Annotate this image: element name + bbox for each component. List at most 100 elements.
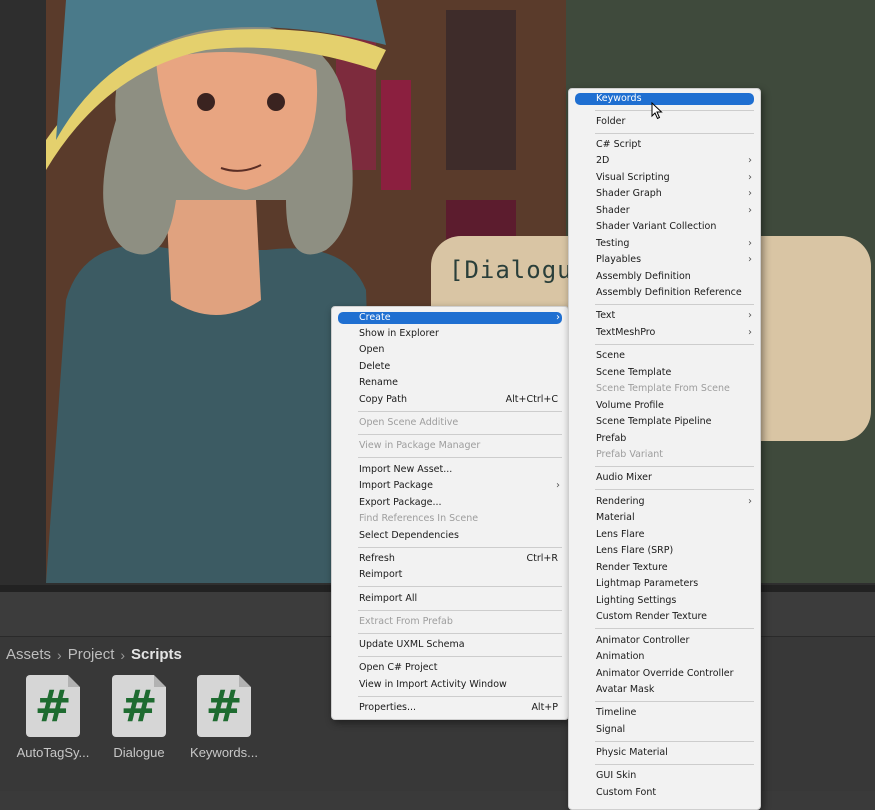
menu-item-textmeshpro[interactable]: TextMeshPro › xyxy=(575,327,754,339)
csharp-script-icon: # xyxy=(26,675,80,737)
menu-item-import-new-asset[interactable]: Import New Asset... xyxy=(338,464,562,476)
menu-item-avatar-mask[interactable]: Avatar Mask xyxy=(575,684,754,696)
menu-item-shader-variant-collection[interactable]: Shader Variant Collection xyxy=(575,221,754,233)
menu-item-csharp-script[interactable]: C# Script xyxy=(575,139,754,151)
menu-item-playables[interactable]: Playables › xyxy=(575,254,754,266)
menu-separator xyxy=(358,610,562,611)
menu-item-scene-template-pipeline[interactable]: Scene Template Pipeline xyxy=(575,416,754,428)
asset-item[interactable]: # AutoTagSy... xyxy=(8,675,98,760)
menu-item-render-texture[interactable]: Render Texture xyxy=(575,562,754,574)
menu-item-update-uxml-schema[interactable]: Update UXML Schema xyxy=(338,639,562,651)
menu-item-signal[interactable]: Signal xyxy=(575,724,754,736)
menu-separator xyxy=(595,110,754,111)
menu-item-gui-skin[interactable]: GUI Skin xyxy=(575,770,754,782)
menu-separator xyxy=(595,133,754,134)
menu-item-create[interactable]: Create › xyxy=(338,312,562,324)
shortcut-label: Alt+P xyxy=(531,702,558,713)
menu-separator xyxy=(595,628,754,629)
menu-separator xyxy=(358,656,562,657)
chevron-right-icon: › xyxy=(556,480,560,491)
breadcrumb-project[interactable]: Project xyxy=(68,646,115,663)
shortcut-label: Alt+Ctrl+C xyxy=(505,394,558,405)
asset-item[interactable]: # Dialogue xyxy=(94,675,184,760)
menu-item-animator-controller[interactable]: Animator Controller xyxy=(575,635,754,647)
breadcrumb: Assets › Project › Scripts xyxy=(6,646,182,663)
menu-item-prefab-variant: Prefab Variant xyxy=(596,449,664,460)
menu-item-refresh[interactable]: Refresh Ctrl+R xyxy=(338,553,562,565)
scene-left-strip xyxy=(0,0,46,585)
menu-item-folder[interactable]: Folder xyxy=(575,116,754,128)
asset-label: Keywords... xyxy=(190,745,258,760)
chevron-right-icon: › xyxy=(748,254,752,265)
menu-item-show-in-explorer[interactable]: Show in Explorer xyxy=(338,328,562,340)
menu-item-open[interactable]: Open xyxy=(338,344,562,356)
asset-label: AutoTagSy... xyxy=(16,745,90,760)
chevron-right-icon: › xyxy=(748,310,752,321)
menu-item-open-csharp-project[interactable]: Open C# Project xyxy=(338,662,562,674)
asset-label: Dialogue xyxy=(113,745,165,760)
menu-separator xyxy=(358,547,562,548)
menu-item-volume-profile[interactable]: Volume Profile xyxy=(575,400,754,412)
menu-item-custom-render-texture[interactable]: Custom Render Texture xyxy=(575,611,754,623)
menu-item-keywords[interactable]: Keywords xyxy=(575,93,754,105)
menu-item-2d[interactable]: 2D › xyxy=(575,155,754,167)
menu-item-visual-scripting[interactable]: Visual Scripting › xyxy=(575,172,754,184)
chevron-right-icon: › xyxy=(120,646,126,663)
chevron-right-icon: › xyxy=(748,172,752,183)
menu-item-lens-flare-srp[interactable]: Lens Flare (SRP) xyxy=(575,545,754,557)
menu-item-copy-path[interactable]: Copy Path Alt+Ctrl+C xyxy=(338,394,562,406)
breadcrumb-assets[interactable]: Assets xyxy=(6,646,51,663)
menu-item-scene-template-from-scene: Scene Template From Scene xyxy=(596,383,730,394)
menu-item-material[interactable]: Material xyxy=(575,512,754,524)
csharp-script-icon: # xyxy=(197,675,251,737)
menu-item-view-import-activity[interactable]: View in Import Activity Window xyxy=(338,679,562,691)
menu-item-audio-mixer[interactable]: Audio Mixer xyxy=(575,472,754,484)
menu-item-testing[interactable]: Testing › xyxy=(575,238,754,250)
menu-item-scene-template[interactable]: Scene Template xyxy=(575,367,754,379)
menu-item-extract-from-prefab: Extract From Prefab xyxy=(359,616,453,627)
menu-item-rename[interactable]: Rename xyxy=(338,377,562,389)
menu-item-rendering[interactable]: Rendering › xyxy=(575,496,754,508)
menu-item-reimport-all[interactable]: Reimport All xyxy=(338,593,562,605)
menu-item-text[interactable]: Text › xyxy=(575,310,754,322)
menu-item-open-scene-additive: Open Scene Additive xyxy=(359,417,459,428)
menu-separator xyxy=(358,696,562,697)
menu-item-lens-flare[interactable]: Lens Flare xyxy=(575,529,754,541)
menu-separator xyxy=(358,434,562,435)
menu-item-shader[interactable]: Shader › xyxy=(575,205,754,217)
menu-item-reimport[interactable]: Reimport xyxy=(338,569,562,581)
chevron-right-icon: › xyxy=(748,496,752,507)
menu-item-select-dependencies[interactable]: Select Dependencies xyxy=(338,530,562,542)
menu-item-lighting-settings[interactable]: Lighting Settings xyxy=(575,595,754,607)
chevron-right-icon: › xyxy=(748,205,752,216)
menu-item-animation[interactable]: Animation xyxy=(575,651,754,663)
chevron-right-icon: › xyxy=(748,155,752,166)
menu-item-assembly-definition[interactable]: Assembly Definition xyxy=(575,271,754,283)
menu-item-animator-override-controller[interactable]: Animator Override Controller xyxy=(575,668,754,680)
menu-separator xyxy=(595,466,754,467)
menu-item-assembly-definition-reference[interactable]: Assembly Definition Reference xyxy=(575,287,754,299)
chevron-right-icon: › xyxy=(748,327,752,338)
menu-item-timeline[interactable]: Timeline xyxy=(575,707,754,719)
menu-item-export-package[interactable]: Export Package... xyxy=(338,497,562,509)
chevron-right-icon: › xyxy=(556,312,560,323)
menu-item-lightmap-parameters[interactable]: Lightmap Parameters xyxy=(575,578,754,590)
menu-item-properties[interactable]: Properties... Alt+P xyxy=(338,702,562,714)
chevron-right-icon: › xyxy=(57,646,62,663)
menu-item-custom-font[interactable]: Custom Font xyxy=(575,787,754,799)
menu-item-view-in-package-manager: View in Package Manager xyxy=(359,440,481,451)
menu-item-scene[interactable]: Scene xyxy=(575,350,754,362)
chevron-right-icon: › xyxy=(748,238,752,249)
asset-item[interactable]: # Keywords... xyxy=(179,675,269,760)
menu-item-prefab[interactable]: Prefab xyxy=(575,433,754,445)
breadcrumb-scripts[interactable]: Scripts xyxy=(131,646,182,663)
chevron-right-icon: › xyxy=(748,188,752,199)
menu-item-shader-graph[interactable]: Shader Graph › xyxy=(575,188,754,200)
menu-separator xyxy=(595,741,754,742)
csharp-script-icon: # xyxy=(112,675,166,737)
menu-item-delete[interactable]: Delete xyxy=(338,361,562,373)
menu-item-import-package[interactable]: Import Package › xyxy=(338,480,562,492)
menu-item-physic-material[interactable]: Physic Material xyxy=(575,747,754,759)
menu-separator xyxy=(595,489,754,490)
menu-separator xyxy=(358,457,562,458)
